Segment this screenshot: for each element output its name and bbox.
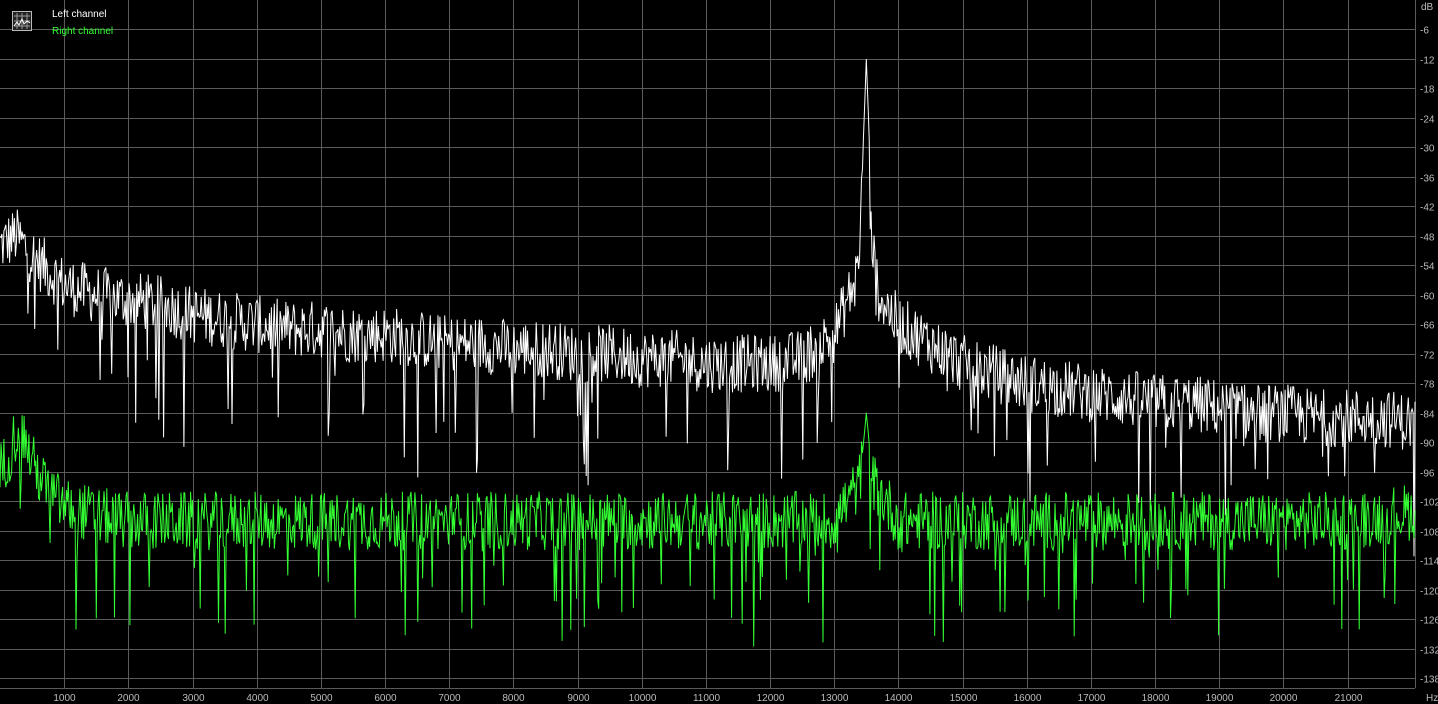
y-tick-label: -24 [1420, 115, 1435, 126]
x-axis-unit-label: Hz [1426, 693, 1438, 704]
x-tick-label: 17000 [1078, 693, 1106, 704]
y-tick-label: -90 [1420, 439, 1435, 450]
y-tick-label: -132 [1420, 646, 1438, 657]
x-tick-label: 21000 [1335, 693, 1363, 704]
x-tick-label: 10000 [629, 693, 657, 704]
y-tick-label: -42 [1420, 203, 1435, 214]
spectrum-plot: 1000 2000 3000 4000 5000 6000 7000 8000 9000 1000… [0, 0, 1438, 704]
x-tick-label: 15000 [950, 693, 978, 704]
x-tick-label: 5000 [310, 693, 333, 704]
x-tick-label: 8000 [502, 693, 525, 704]
x-tick-label: 16000 [1014, 693, 1042, 704]
x-tick-label: 18000 [1142, 693, 1170, 704]
x-tick-label: 6000 [374, 693, 397, 704]
x-tick-label: 1000 [53, 693, 76, 704]
x-tick-label: 14000 [885, 693, 913, 704]
x-tick-label: 20000 [1270, 693, 1298, 704]
series-line-right-channel [0, 412, 1416, 647]
series-line-left-channel [0, 58, 1416, 557]
x-tick-label: 2000 [117, 693, 140, 704]
y-tick-label: -12 [1420, 56, 1435, 67]
y-tick-label: -108 [1420, 528, 1438, 539]
x-tick-label: 7000 [438, 693, 461, 704]
x-tick-label: 13000 [821, 693, 849, 704]
y-tick-label: -120 [1420, 587, 1438, 598]
y-tick-label: -30 [1420, 144, 1435, 155]
y-tick-label: -96 [1420, 469, 1435, 480]
x-tick-label: 12000 [757, 693, 785, 704]
spectrum-chart: 1000 2000 3000 4000 5000 6000 7000 8000 9000 1000… [0, 0, 1438, 704]
y-tick-label: -36 [1420, 174, 1435, 185]
y-tick-label: -18 [1420, 85, 1435, 96]
y-tick-label: -66 [1420, 321, 1435, 332]
y-tick-label: -48 [1420, 233, 1435, 244]
y-tick-label: -114 [1420, 557, 1438, 568]
x-tick-label: 9000 [567, 693, 590, 704]
spectrum-grid-icon[interactable] [12, 11, 32, 31]
legend-left-channel: Left channel [52, 9, 107, 20]
x-tick-label: 11000 [693, 693, 721, 704]
y-tick-label: -72 [1420, 351, 1435, 362]
y-tick-label: -138 [1420, 675, 1438, 686]
y-tick-label: -126 [1420, 616, 1438, 627]
y-tick-label: -54 [1420, 262, 1435, 273]
y-tick-label: -102 [1420, 498, 1438, 509]
y-tick-label: -84 [1420, 410, 1435, 421]
legend-right-channel: Right channel [52, 26, 114, 37]
x-tick-label: 19000 [1206, 693, 1234, 704]
y-axis-unit-label: dB [1421, 2, 1434, 13]
x-tick-label: 3000 [182, 693, 205, 704]
x-tick-label: 4000 [246, 693, 269, 704]
y-tick-label: -78 [1420, 380, 1435, 391]
y-tick-label: -60 [1420, 292, 1435, 303]
y-tick-label: -6 [1420, 26, 1429, 37]
